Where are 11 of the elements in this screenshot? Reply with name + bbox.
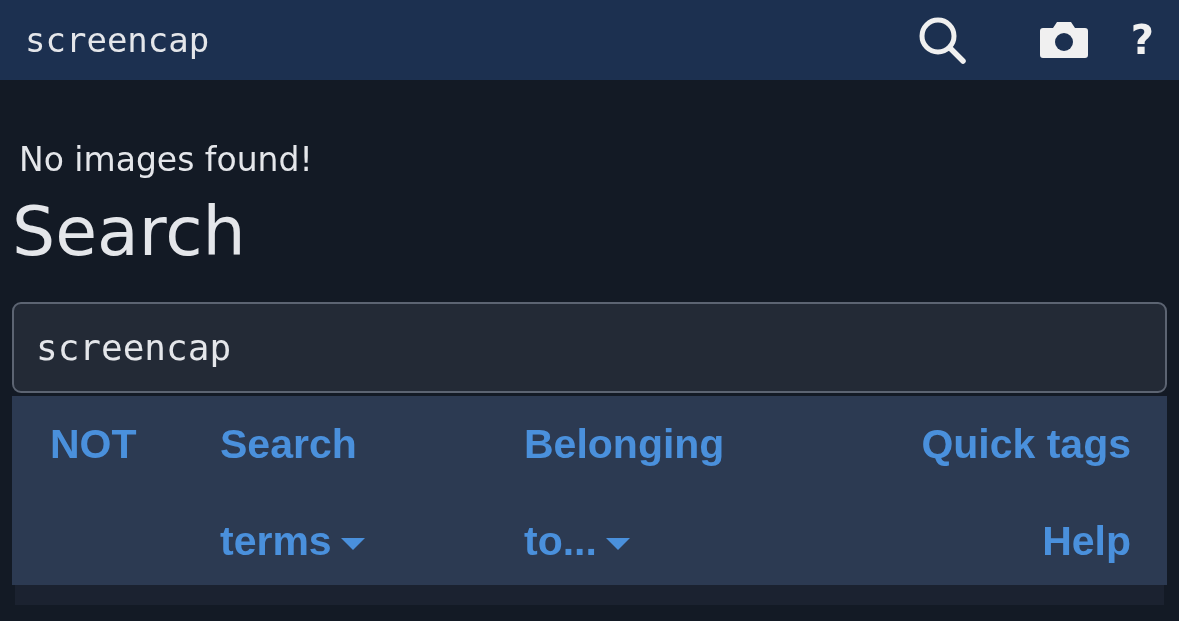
camera-icon[interactable] — [1038, 20, 1089, 60]
empty-message: No images found! — [19, 139, 314, 181]
search-field[interactable]: screencap — [12, 302, 1167, 393]
app-title: screencap — [25, 20, 211, 60]
toggle-button[interactable]: NOT — [50, 396, 220, 493]
caret-icon — [604, 537, 631, 552]
dropdown-button[interactable]: Search terms — [220, 396, 475, 590]
help-link[interactable]: Quick tags Help — [871, 396, 1131, 590]
page-heading: Search — [12, 192, 247, 272]
caret-icon — [339, 537, 366, 552]
dropdown-button[interactable]: Belonging to... — [524, 396, 794, 590]
